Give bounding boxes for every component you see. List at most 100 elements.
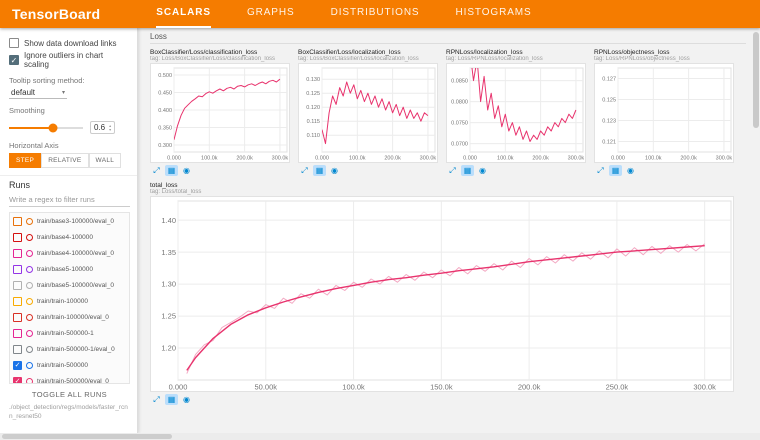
chart-plot[interactable]: 0.07000.07500.08000.08500.000100.0k200.0…	[446, 63, 586, 163]
toggle-all-runs-button[interactable]: TOGGLE ALL RUNS	[9, 384, 130, 403]
tab-distributions[interactable]: DISTRIBUTIONS	[331, 0, 420, 28]
run-list-item[interactable]: train/base3-100000/eval_0	[10, 213, 129, 229]
svg-text:100.0k: 100.0k	[349, 156, 366, 162]
fullscreen-icon[interactable]: ⤢	[150, 165, 163, 176]
smoothing-slider[interactable]	[9, 127, 83, 129]
axis-button-relative[interactable]: RELATIVE	[41, 153, 88, 168]
fullscreen-icon[interactable]: ⤢	[298, 165, 311, 176]
run-color-ring-icon	[26, 250, 33, 257]
checkbox-icon[interactable]: ✓	[9, 55, 19, 65]
run-checkbox[interactable]	[13, 233, 22, 242]
runs-list[interactable]: train/base3-100000/eval_0 train/base4-100…	[9, 212, 130, 384]
svg-text:0.000: 0.000	[315, 156, 329, 162]
check-mark-icon: ✓	[10, 56, 18, 65]
slider-thumb[interactable]	[49, 123, 58, 132]
run-list-item[interactable]: train/train-500000-1/eval_0	[10, 341, 129, 357]
svg-text:300.0k: 300.0k	[693, 383, 716, 392]
category-header-loss[interactable]: Loss	[150, 32, 746, 44]
small-charts-row: BoxClassifier/Loss/classification_lossta…	[150, 49, 746, 176]
axis-button-wall[interactable]: WALL	[89, 153, 122, 168]
runs-filter-input[interactable]	[9, 192, 130, 207]
svg-text:0.120: 0.120	[306, 105, 320, 111]
run-checkbox[interactable]	[13, 297, 22, 306]
chart-plot[interactable]: 0.1210.1230.1250.1270.000100.0k200.0k300…	[594, 63, 734, 163]
data-table-icon[interactable]: ▦	[313, 165, 326, 176]
chart-plot[interactable]: 0.3000.3500.4000.4500.5000.000100.0k200.…	[150, 63, 290, 163]
fullscreen-icon[interactable]: ⤢	[446, 165, 459, 176]
pin-icon[interactable]: ◉	[328, 165, 341, 176]
run-list-item[interactable]: train/train-500000-1	[10, 325, 129, 341]
svg-text:300.0k: 300.0k	[716, 156, 733, 162]
chart-toolbar: ⤢▦◉	[446, 165, 586, 176]
run-list-item[interactable]: train/base4-100000/eval_0	[10, 245, 129, 261]
svg-text:1.30: 1.30	[161, 280, 176, 289]
pin-icon[interactable]: ◉	[180, 394, 193, 405]
tab-graphs[interactable]: GRAPHS	[247, 0, 295, 28]
run-checkbox[interactable]: ✓	[13, 377, 22, 385]
horizontal-scrollbar[interactable]	[2, 434, 172, 439]
run-list-item[interactable]: ✓train/train-500000	[10, 357, 129, 373]
settings-checkboxes: Show data download links ✓Ignore outliers…	[9, 38, 130, 69]
pin-icon[interactable]: ◉	[624, 165, 637, 176]
run-list-item[interactable]: train/train-100000	[10, 293, 129, 309]
pin-icon[interactable]: ◉	[476, 165, 489, 176]
run-color-ring-icon	[26, 362, 33, 369]
run-checkbox[interactable]: ✓	[13, 361, 22, 370]
fullscreen-icon[interactable]: ⤢	[594, 165, 607, 176]
run-list-item[interactable]: train/train-100000/eval_0	[10, 309, 129, 325]
chart-svg: 0.07000.07500.08000.08500.000100.0k200.0…	[447, 64, 587, 164]
run-color-ring-icon	[26, 314, 33, 321]
run-checkbox[interactable]	[13, 281, 22, 290]
tab-scalars[interactable]: SCALARS	[156, 0, 211, 28]
run-checkbox[interactable]	[13, 313, 22, 322]
run-checkbox[interactable]	[13, 345, 22, 354]
svg-text:0.400: 0.400	[158, 108, 172, 114]
run-list-item[interactable]: ✓train/train-500000/eval_0	[10, 373, 129, 384]
checkbox-icon[interactable]	[9, 38, 19, 48]
chart-plot[interactable]: 0.1100.1150.1200.1250.1300.000100.0k200.…	[298, 63, 438, 163]
svg-text:1.20: 1.20	[161, 344, 176, 353]
settings-checkbox-row[interactable]: Show data download links	[9, 38, 130, 48]
run-name: train/base3-100000/eval_0	[37, 218, 114, 225]
axis-button-step[interactable]: STEP	[9, 153, 41, 168]
main-content: Loss BoxClassifier/Loss/classification_l…	[138, 28, 760, 433]
run-list-item[interactable]: train/base5-100000/eval_0	[10, 277, 129, 293]
svg-text:100.0k: 100.0k	[201, 156, 218, 162]
run-color-ring-icon	[26, 298, 33, 305]
run-name: train/base5-100000	[37, 266, 93, 273]
chart-tag: tag: Loss/RPNLoss/localization_loss	[446, 56, 586, 62]
run-name: train/base4-100000	[37, 234, 93, 241]
run-checkbox[interactable]	[13, 217, 22, 226]
settings-checkbox-row[interactable]: ✓Ignore outliers in chart scaling	[9, 51, 130, 69]
chart-title: RPNLoss/localization_loss	[446, 49, 586, 56]
data-table-icon[interactable]: ▦	[165, 165, 178, 176]
data-table-icon[interactable]: ▦	[609, 165, 622, 176]
svg-text:0.500: 0.500	[158, 73, 172, 79]
svg-text:0.110: 0.110	[307, 133, 320, 139]
smoothing-value-box[interactable]: 0.6 ▴▾	[90, 121, 115, 134]
chart-plot[interactable]: 1.201.251.301.351.400.00050.00k100.0k150…	[150, 196, 734, 392]
vertical-scrollbar[interactable]	[753, 32, 759, 128]
pin-icon[interactable]: ◉	[180, 165, 193, 176]
fullscreen-icon[interactable]: ⤢	[150, 394, 163, 405]
horizontal-axis-toggle: STEPRELATIVEWALL	[9, 153, 130, 168]
smoothing-label: Smoothing	[9, 106, 130, 115]
data-table-icon[interactable]: ▦	[165, 394, 178, 405]
run-checkbox[interactable]	[13, 265, 22, 274]
svg-text:250.0k: 250.0k	[606, 383, 629, 392]
svg-text:100.0k: 100.0k	[497, 156, 514, 162]
run-color-ring-icon	[26, 282, 33, 289]
tab-histograms[interactable]: HISTOGRAMS	[456, 0, 532, 28]
run-checkbox[interactable]	[13, 329, 22, 338]
svg-text:0.125: 0.125	[602, 97, 616, 103]
data-table-icon[interactable]: ▦	[461, 165, 474, 176]
chart-tag: tag: Loss/BoxClassifier/Loss/localizatio…	[298, 56, 438, 62]
run-checkbox[interactable]	[13, 249, 22, 258]
chart-card: RPNLoss/localization_losstag: Loss/RPNLo…	[446, 49, 586, 176]
tooltip-sorting-select[interactable]: default ▾	[9, 87, 67, 99]
run-color-ring-icon	[26, 218, 33, 225]
run-list-item[interactable]: train/base5-100000	[10, 261, 129, 277]
chevron-down-icon: ▾	[62, 89, 65, 96]
run-list-item[interactable]: train/base4-100000	[10, 229, 129, 245]
stepper-arrows-icon[interactable]: ▴▾	[109, 124, 111, 132]
